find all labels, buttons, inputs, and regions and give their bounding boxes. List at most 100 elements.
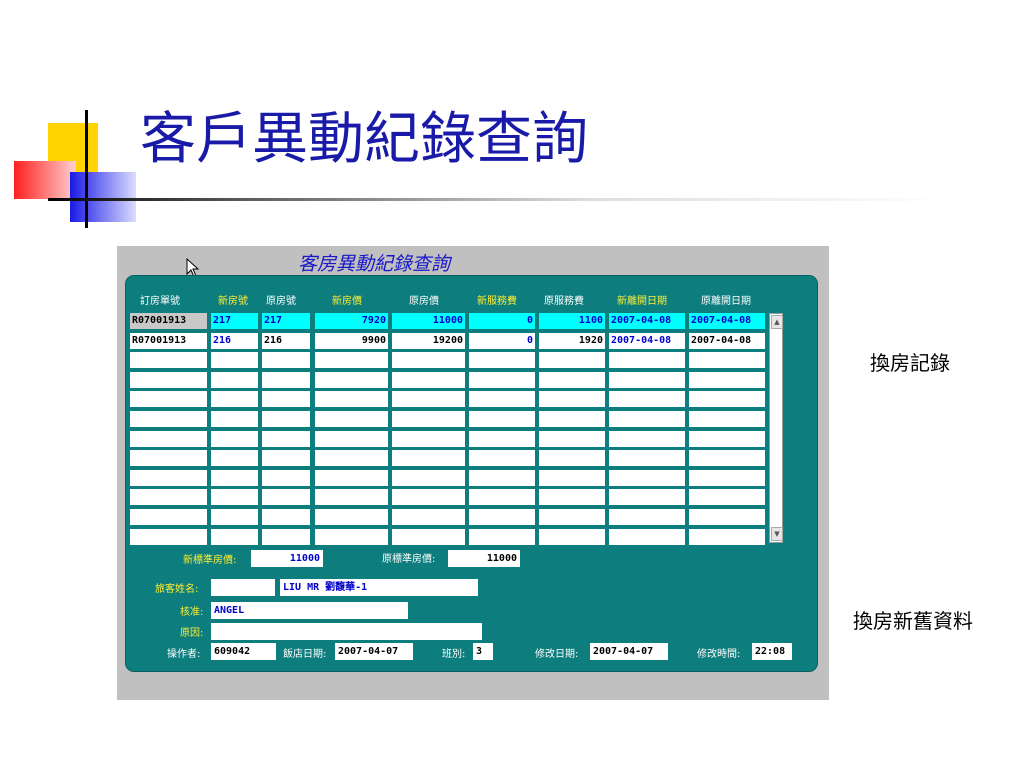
grid-cell[interactable] xyxy=(130,529,207,545)
grid-cell[interactable] xyxy=(211,411,258,427)
grid-cell[interactable] xyxy=(392,529,465,545)
grid-cell[interactable]: 0 xyxy=(469,313,535,329)
grid-cell[interactable] xyxy=(262,470,310,486)
grid-cell[interactable] xyxy=(315,391,388,407)
grid-cell[interactable]: 1920 xyxy=(539,333,605,349)
grid-cell[interactable] xyxy=(262,431,310,447)
grid-cell[interactable] xyxy=(130,431,207,447)
grid-cell[interactable] xyxy=(392,391,465,407)
grid-cell[interactable] xyxy=(130,489,207,505)
grid-cell[interactable] xyxy=(539,529,605,545)
grid-cell[interactable] xyxy=(211,509,258,525)
grid-cell[interactable]: 19200 xyxy=(392,333,465,349)
grid-cell[interactable] xyxy=(315,489,388,505)
grid-cell[interactable] xyxy=(315,431,388,447)
hotel-date-field[interactable]: 2007-04-07 xyxy=(335,643,413,660)
operator-field[interactable]: 609042 xyxy=(211,643,276,660)
grid-cell[interactable]: 7920 xyxy=(315,313,388,329)
grid-cell[interactable] xyxy=(262,372,310,388)
grid-cell[interactable] xyxy=(609,372,685,388)
grid-cell[interactable] xyxy=(130,352,207,368)
grid-cell[interactable] xyxy=(539,470,605,486)
grid-cell[interactable] xyxy=(211,529,258,545)
grid-cell[interactable] xyxy=(539,431,605,447)
grid-cell[interactable] xyxy=(392,352,465,368)
grid-cell[interactable]: R07001913 xyxy=(130,313,207,329)
grid-cell[interactable] xyxy=(689,529,765,545)
old-std-price-field[interactable]: 11000 xyxy=(448,550,520,567)
grid-cell[interactable] xyxy=(262,509,310,525)
grid-cell[interactable] xyxy=(469,450,535,466)
approver-field[interactable]: ANGEL xyxy=(211,602,408,619)
grid-cell[interactable] xyxy=(539,372,605,388)
grid-cell[interactable]: 2007-04-08 xyxy=(689,333,765,349)
grid-cell[interactable] xyxy=(130,411,207,427)
grid-cell[interactable]: 11000 xyxy=(392,313,465,329)
grid-cell[interactable] xyxy=(689,470,765,486)
grid-cell[interactable] xyxy=(689,391,765,407)
grid-cell[interactable] xyxy=(130,509,207,525)
grid-cell[interactable]: 0 xyxy=(469,333,535,349)
grid-cell[interactable] xyxy=(130,470,207,486)
grid-cell[interactable] xyxy=(469,391,535,407)
scroll-down-icon[interactable]: ▼ xyxy=(771,527,783,541)
grid-cell[interactable] xyxy=(130,372,207,388)
grid-cell[interactable] xyxy=(689,450,765,466)
scroll-up-icon[interactable]: ▲ xyxy=(771,315,783,329)
grid-cell[interactable] xyxy=(262,529,310,545)
grid-cell[interactable] xyxy=(392,431,465,447)
modify-time-field[interactable]: 22:08 xyxy=(752,643,792,660)
grid-cell[interactable] xyxy=(211,450,258,466)
grid-cell[interactable] xyxy=(315,352,388,368)
grid-cell[interactable] xyxy=(392,470,465,486)
guest-code-field[interactable] xyxy=(211,579,275,596)
grid-cell[interactable] xyxy=(469,352,535,368)
grid-cell[interactable] xyxy=(689,352,765,368)
grid-cell[interactable] xyxy=(262,450,310,466)
grid-cell[interactable] xyxy=(469,509,535,525)
grid-cell[interactable] xyxy=(130,450,207,466)
grid-cell[interactable] xyxy=(609,391,685,407)
grid-cell[interactable] xyxy=(315,509,388,525)
shift-field[interactable]: 3 xyxy=(473,643,493,660)
grid-cell[interactable]: 2007-04-08 xyxy=(689,313,765,329)
grid-cell[interactable]: 217 xyxy=(262,313,310,329)
grid-cell[interactable]: 216 xyxy=(262,333,310,349)
grid-cell[interactable] xyxy=(315,411,388,427)
grid-cell[interactable] xyxy=(469,431,535,447)
grid-cell[interactable] xyxy=(609,529,685,545)
grid-scrollbar[interactable]: ▲ ▼ xyxy=(769,313,783,543)
grid-cell[interactable]: 1100 xyxy=(539,313,605,329)
grid-cell[interactable] xyxy=(211,470,258,486)
grid-cell[interactable] xyxy=(469,411,535,427)
grid-cell[interactable] xyxy=(689,411,765,427)
grid-cell[interactable] xyxy=(392,509,465,525)
grid-cell[interactable] xyxy=(469,529,535,545)
grid-cell[interactable] xyxy=(130,391,207,407)
grid-cell[interactable] xyxy=(609,489,685,505)
grid-cell[interactable] xyxy=(315,529,388,545)
grid-cell[interactable]: 2007-04-08 xyxy=(609,333,685,349)
grid-cell[interactable] xyxy=(315,470,388,486)
grid-cell[interactable]: 9900 xyxy=(315,333,388,349)
grid-cell[interactable]: R07001913 xyxy=(130,333,207,349)
grid-cell[interactable] xyxy=(469,372,535,388)
modify-date-field[interactable]: 2007-04-07 xyxy=(590,643,668,660)
grid-cell[interactable] xyxy=(539,450,605,466)
grid-cell[interactable] xyxy=(539,411,605,427)
grid-cell[interactable] xyxy=(539,352,605,368)
grid-cell[interactable] xyxy=(315,450,388,466)
grid-cell[interactable] xyxy=(262,411,310,427)
grid-cell[interactable] xyxy=(469,470,535,486)
grid-cell[interactable] xyxy=(539,391,605,407)
grid-cell[interactable] xyxy=(609,470,685,486)
guest-name-field[interactable]: LIU MR 劉馥華-1 xyxy=(280,579,478,596)
grid-cell[interactable] xyxy=(211,372,258,388)
grid-cell[interactable] xyxy=(262,352,310,368)
grid-cell[interactable] xyxy=(539,489,605,505)
grid-cell[interactable] xyxy=(609,509,685,525)
grid-cell[interactable] xyxy=(392,372,465,388)
grid-cell[interactable] xyxy=(609,411,685,427)
grid-cell[interactable] xyxy=(689,431,765,447)
grid-cell[interactable] xyxy=(689,489,765,505)
